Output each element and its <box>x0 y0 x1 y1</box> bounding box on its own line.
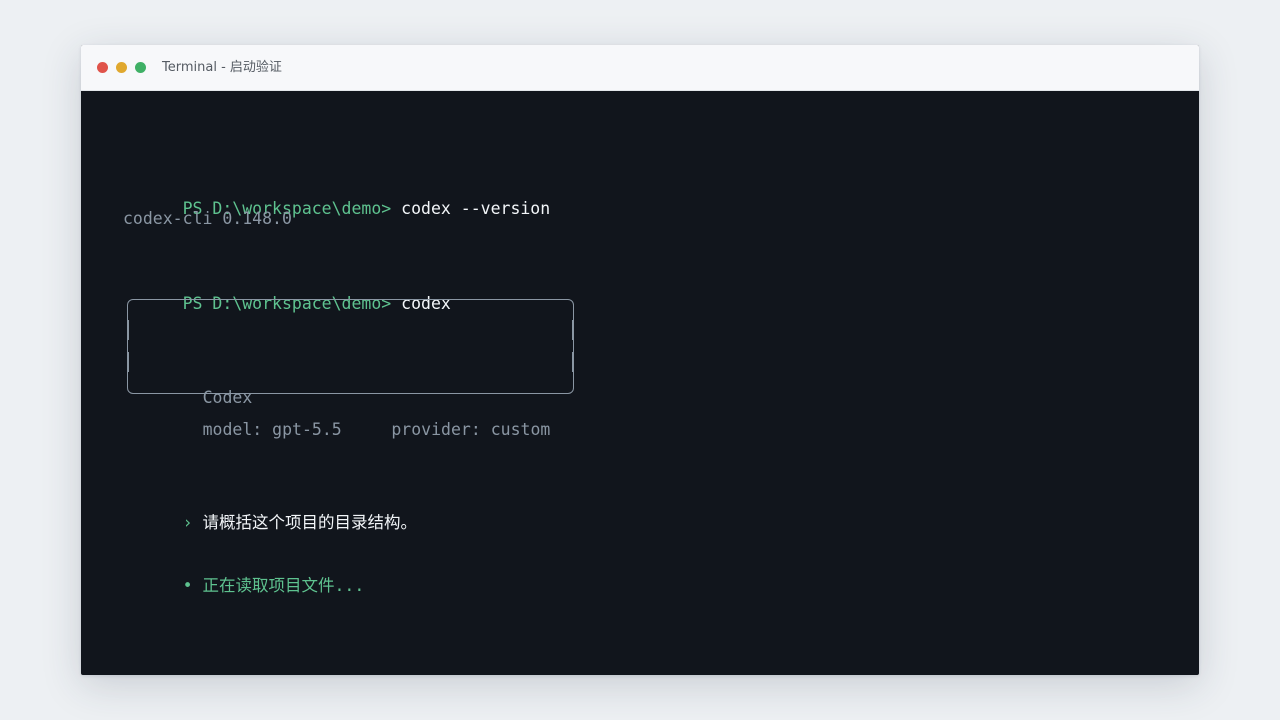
terminal-window: Terminal - 启动验证 PS D:\workspace\demo> co… <box>81 45 1199 675</box>
banner-info: model: gpt-5.5 provider: custom <box>143 397 551 463</box>
model-value: gpt-5.5 <box>272 420 342 439</box>
command-text: codex --version <box>401 199 551 218</box>
status-line: • 正在读取项目文件... <box>123 553 365 619</box>
input-chevron-icon: › <box>182 513 193 532</box>
provider-label: provider: <box>391 420 481 439</box>
banner-left-border <box>127 352 129 372</box>
minimize-button[interactable] <box>116 62 127 73</box>
title-bar: Terminal - 启动验证 <box>81 45 1199 91</box>
status-text: 正在读取项目文件... <box>202 576 365 595</box>
user-message-line: › 请概括这个项目的目录结构。 <box>123 490 417 556</box>
banner-right-border <box>572 352 574 372</box>
version-output: codex-cli 0.148.0 <box>123 209 292 228</box>
close-button[interactable] <box>97 62 108 73</box>
banner-left-border <box>127 320 129 340</box>
provider-value: custom <box>490 420 551 439</box>
model-label: model: <box>202 420 263 439</box>
window-title: Terminal - 启动验证 <box>162 60 282 75</box>
maximize-button[interactable] <box>135 62 146 73</box>
terminal-output[interactable]: PS D:\workspace\demo> codex --version co… <box>81 91 1199 675</box>
user-message-text: 请概括这个项目的目录结构。 <box>202 513 417 532</box>
banner-right-border <box>572 320 574 340</box>
bullet-icon: • <box>182 576 193 595</box>
